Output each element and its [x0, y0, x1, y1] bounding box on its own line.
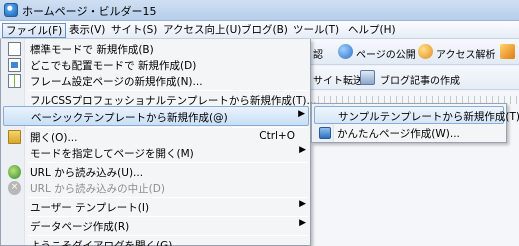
anywhere-page-icon — [8, 58, 21, 72]
blog-article-button[interactable]: ブログ記事の作成 — [380, 72, 460, 87]
toolbar-partial-label: 認 — [313, 50, 323, 61]
globe-icon[interactable] — [338, 44, 353, 59]
app-icon — [4, 3, 18, 17]
submenu-item-sample-template[interactable]: サンプルテンプレートから新規作成(T)... — [314, 106, 519, 124]
menu-item-label: URL から読み込みの中止(D) — [30, 183, 165, 195]
submenu-item-easy-page[interactable]: かんたんページ作成(W)... — [314, 124, 504, 142]
menu-help[interactable]: ヘルプ(H) — [345, 23, 399, 38]
menu-item-label: データページ作成(R) — [30, 221, 130, 233]
menu-item-open-with-mode[interactable]: モードを指定してページを開く(M) ▶ — [3, 143, 309, 163]
menu-access[interactable]: アクセス向上(U) — [160, 23, 244, 38]
menu-item-new-frame[interactable]: フレーム設定ページの新規作成(N)... — [3, 71, 309, 91]
menu-item-stop-url: × URL から読み込みの中止(D) — [3, 178, 309, 198]
file-menu-dropdown: 標準モードで 新規作成(B) どこでも配置モードで 新規作成(D) フレーム設定… — [0, 39, 316, 246]
folder-icon — [8, 130, 21, 144]
blog-icon — [360, 70, 375, 85]
easy-page-icon — [319, 127, 331, 139]
frame-page-icon — [8, 74, 21, 88]
wizard-icon[interactable] — [500, 44, 515, 59]
shortcut-label: Ctrl+O — [259, 130, 295, 142]
menu-item-basic-template[interactable]: ベーシックテンプレートから新規作成(@) ▶ — [3, 106, 309, 126]
url-load-icon — [8, 165, 21, 179]
submenu-item-label: サンプルテンプレートから新規作成(T)... — [338, 111, 519, 123]
menu-item-data-page[interactable]: データページ作成(R) ▶ — [3, 216, 309, 236]
analytics-icon[interactable] — [418, 44, 433, 59]
menu-item-welcome-dialog[interactable]: ようこそダイアログを開く(G) — [3, 235, 309, 246]
window-title: ホームページ・ビルダー15 — [22, 5, 157, 18]
submenu-arrow-icon: ▶ — [298, 109, 305, 119]
menu-item-label: ユーザー テンプレート(I) — [30, 202, 150, 214]
site-transfer-button[interactable]: サイト転送 — [313, 72, 363, 87]
stop-icon: × — [8, 181, 21, 195]
title-bar: ホームページ・ビルダー15 — [0, 0, 519, 21]
analytics-button[interactable]: アクセス解析 — [436, 46, 496, 61]
menu-site[interactable]: サイト(S) — [108, 23, 160, 38]
menu-item-label: モードを指定してページを開く(M) — [30, 148, 194, 160]
basic-template-submenu: サンプルテンプレートから新規作成(T)... かんたんページ作成(W)... — [311, 103, 519, 143]
publish-button[interactable]: ページの公開 — [356, 46, 416, 61]
new-page-icon — [8, 42, 21, 56]
menu-item-user-template[interactable]: ユーザー テンプレート(I) ▶ — [3, 197, 309, 217]
menu-item-label: ベーシックテンプレートから新規作成(@) — [31, 112, 228, 124]
menu-tools[interactable]: ツール(T) — [290, 23, 342, 38]
menu-file[interactable]: ファイル(F) — [2, 23, 67, 38]
menu-item-label: フレーム設定ページの新規作成(N)... — [30, 76, 203, 88]
menu-bar: ファイル(F) 表示(V) サイト(S) アクセス向上(U) ブログ(B) ツー… — [0, 21, 519, 39]
menu-blog[interactable]: ブログ(B) — [238, 23, 291, 38]
submenu-arrow-icon: ▶ — [299, 199, 306, 209]
submenu-arrow-icon: ▶ — [299, 218, 306, 228]
submenu-item-label: かんたんページ作成(W)... — [337, 128, 460, 140]
submenu-arrow-icon: ▶ — [299, 145, 306, 155]
menu-view[interactable]: 表示(V) — [66, 23, 108, 38]
menu-item-label: ようこそダイアログを開く(G) — [30, 240, 173, 246]
